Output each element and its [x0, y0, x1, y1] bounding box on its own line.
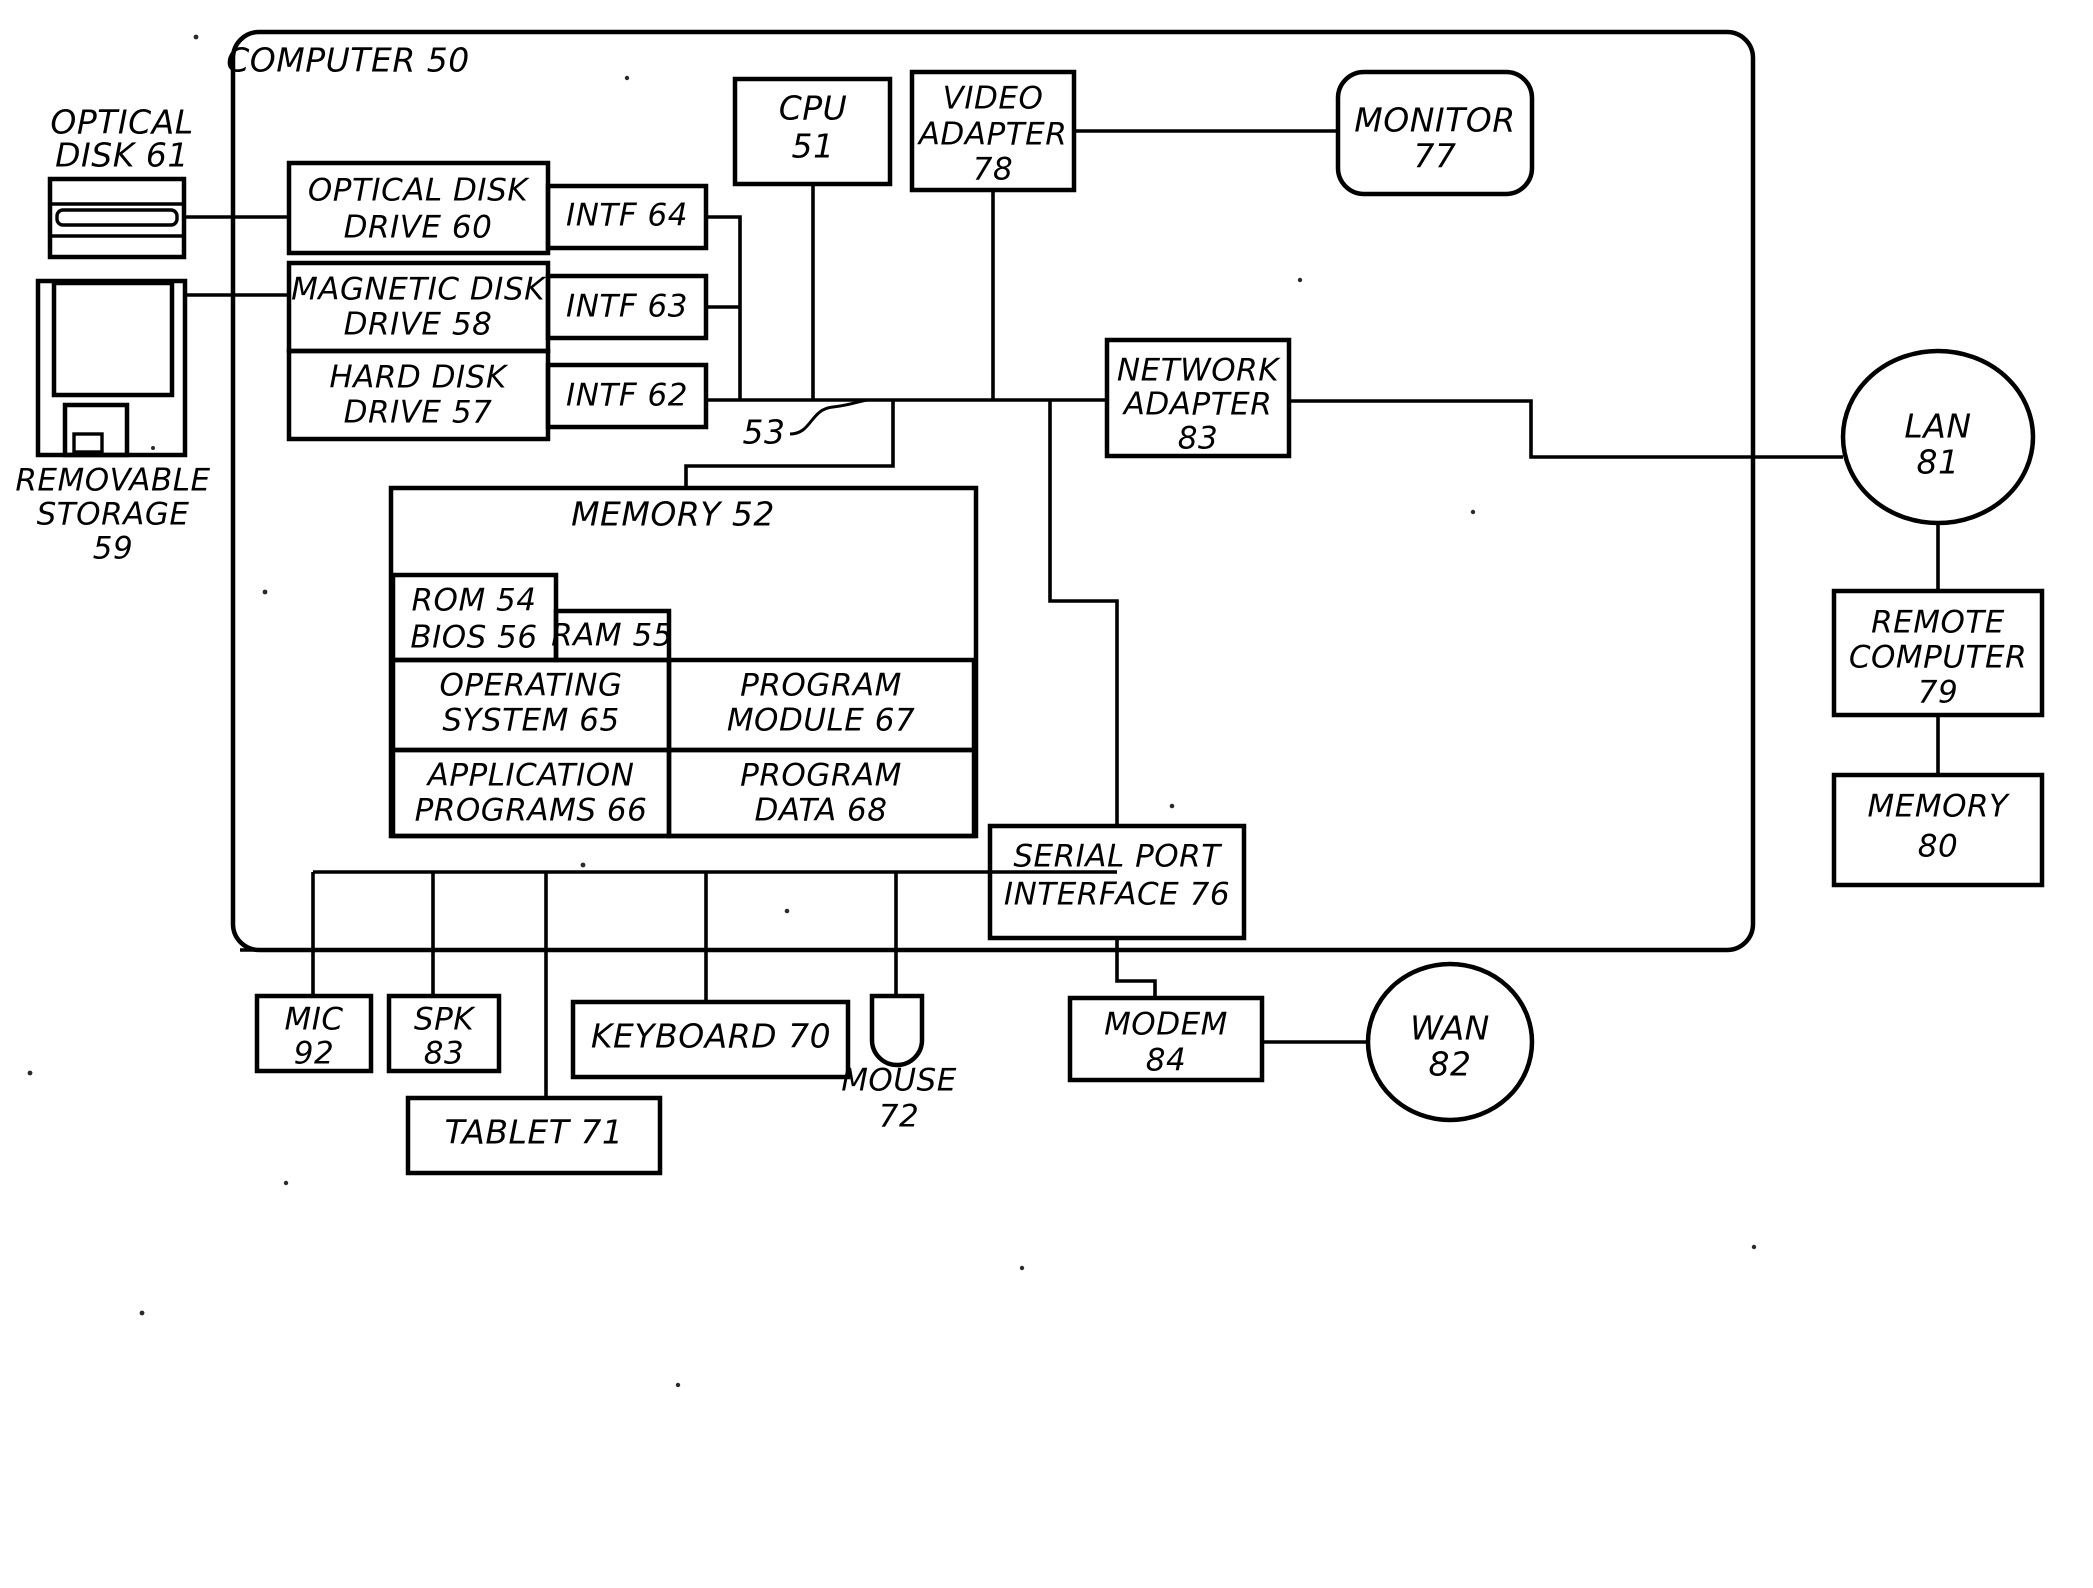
- spk-label-line2: 83: [424, 1036, 464, 1072]
- wire-network-adapter-to-lan: [1289, 399, 1843, 459]
- monitor-label-line1: MONITOR: [1354, 101, 1515, 140]
- mic-label-line1: MIC: [284, 1002, 343, 1038]
- application-programs-label-line1: APPLICATION: [426, 758, 635, 794]
- scan-speck: [675, 1382, 681, 1388]
- magnetic-disk-drive-label-line2: DRIVE 58: [344, 307, 493, 343]
- removable-storage-label-line1: REMOVABLE: [15, 463, 210, 499]
- memory-label: MEMORY 52: [571, 495, 775, 534]
- mic-label-line2: 92: [294, 1036, 334, 1072]
- computer-enclosure-label: COMPUTER 50: [226, 41, 469, 80]
- program-module-label-line1: PROGRAM: [740, 668, 902, 704]
- wire-bus-to-memory: [684, 400, 895, 488]
- operating-system-label-line1: OPERATING: [440, 668, 623, 704]
- removable-storage-label-line3: 59: [93, 531, 133, 567]
- serial-port-label-line2: INTERFACE 76: [1004, 877, 1230, 913]
- modem-label-line1: MODEM: [1104, 1007, 1228, 1043]
- hard-disk-drive-label-line1: HARD DISK: [329, 360, 508, 396]
- cpu-label-line1: CPU: [779, 89, 848, 128]
- mouse-label-line1: MOUSE: [841, 1063, 957, 1099]
- scan-speck: [624, 75, 630, 81]
- optical-disk-drive-label-line1: OPTICAL DISK: [308, 173, 530, 209]
- optical-disk-drive-icon: [47, 176, 187, 260]
- operating-system-label-line2: SYSTEM 65: [442, 703, 619, 739]
- scan-speck: [151, 446, 155, 450]
- remote-computer-label-line1: REMOTE: [1871, 605, 2005, 641]
- program-module-label-line2: MODULE 67: [727, 703, 915, 739]
- scan-speck: [262, 589, 268, 595]
- network-adapter-label-line1: NETWORK: [1117, 353, 1281, 389]
- optical-disk-label-line2: DISK 61: [55, 136, 189, 175]
- video-adapter-label-line2: ADAPTER: [917, 117, 1068, 153]
- modem-label-line2: 84: [1146, 1043, 1186, 1079]
- diagram-canvas: COMPUTER 50 OPTICAL DISK 61 REMOVABLE ST…: [15, 29, 2045, 1388]
- scan-speck: [139, 1310, 145, 1316]
- scan-speck: [1297, 277, 1303, 283]
- ram-label: RAM 55: [551, 618, 673, 654]
- scan-speck: [1470, 509, 1476, 515]
- wan-label-line2: 82: [1429, 1045, 1472, 1084]
- removable-storage-icon: [35, 278, 188, 458]
- program-data-label-line2: DATA 68: [755, 793, 888, 829]
- remote-memory-label-line2: 80: [1918, 829, 1958, 865]
- patent-block-diagram: COMPUTER 50 OPTICAL DISK 61 REMOVABLE ST…: [0, 0, 2093, 1588]
- program-data-label-line1: PROGRAM: [740, 758, 902, 794]
- rom-label: ROM 54: [412, 583, 537, 619]
- bus-label: 53: [743, 413, 786, 452]
- scan-speck: [27, 1070, 33, 1076]
- mouse-label-line2: 72: [879, 1099, 919, 1135]
- application-programs-label-line2: PROGRAMS 66: [415, 793, 648, 829]
- keyboard-label: KEYBOARD 70: [591, 1017, 831, 1056]
- remote-computer-label-line3: 79: [1918, 675, 1958, 711]
- magnetic-disk-drive-label-line1: MAGNETIC DISK: [291, 272, 547, 308]
- scan-speck: [193, 34, 199, 40]
- scan-speck: [580, 862, 586, 868]
- bios-label: BIOS 56: [410, 620, 537, 656]
- mouse-icon: [869, 993, 925, 1068]
- hard-disk-drive-label-line2: DRIVE 57: [344, 395, 493, 431]
- scan-speck: [283, 1180, 289, 1186]
- wan-label-line1: WAN: [1410, 1009, 1490, 1048]
- video-adapter-label-line1: VIDEO: [943, 81, 1044, 117]
- scan-speck: [784, 908, 790, 914]
- removable-storage-label-line2: STORAGE: [37, 497, 190, 533]
- wire-serial-port-to-modem: [1115, 938, 1157, 998]
- network-adapter-label-line2: ADAPTER: [1122, 387, 1273, 423]
- scan-speck: [1169, 803, 1175, 809]
- spk-label-line1: SPK: [414, 1002, 476, 1038]
- monitor-label-line2: 77: [1414, 137, 1457, 176]
- tablet-label: TABLET 71: [445, 1113, 624, 1152]
- scan-speck: [1751, 1244, 1757, 1250]
- intf-62-label: INTF 62: [566, 378, 688, 414]
- lan-label-line1: LAN: [1904, 407, 1971, 446]
- bus-leader-line: [789, 398, 870, 436]
- remote-memory-label-line1: MEMORY: [1868, 789, 2011, 825]
- scan-speck: [1019, 1265, 1025, 1271]
- intf-63-label: INTF 63: [566, 289, 688, 325]
- intf-64-label: INTF 64: [566, 198, 688, 234]
- serial-port-label-line1: SERIAL PORT: [1013, 839, 1222, 875]
- optical-disk-drive-label-line2: DRIVE 60: [344, 210, 493, 246]
- lan-label-line2: 81: [1917, 443, 1960, 482]
- remote-computer-label-line2: COMPUTER: [1849, 640, 2027, 676]
- wire-bus-to-serial-port: [1048, 400, 1119, 826]
- network-adapter-label-line3: 83: [1178, 421, 1218, 457]
- cpu-label-line2: 51: [792, 127, 835, 166]
- video-adapter-label-line3: 78: [973, 152, 1013, 188]
